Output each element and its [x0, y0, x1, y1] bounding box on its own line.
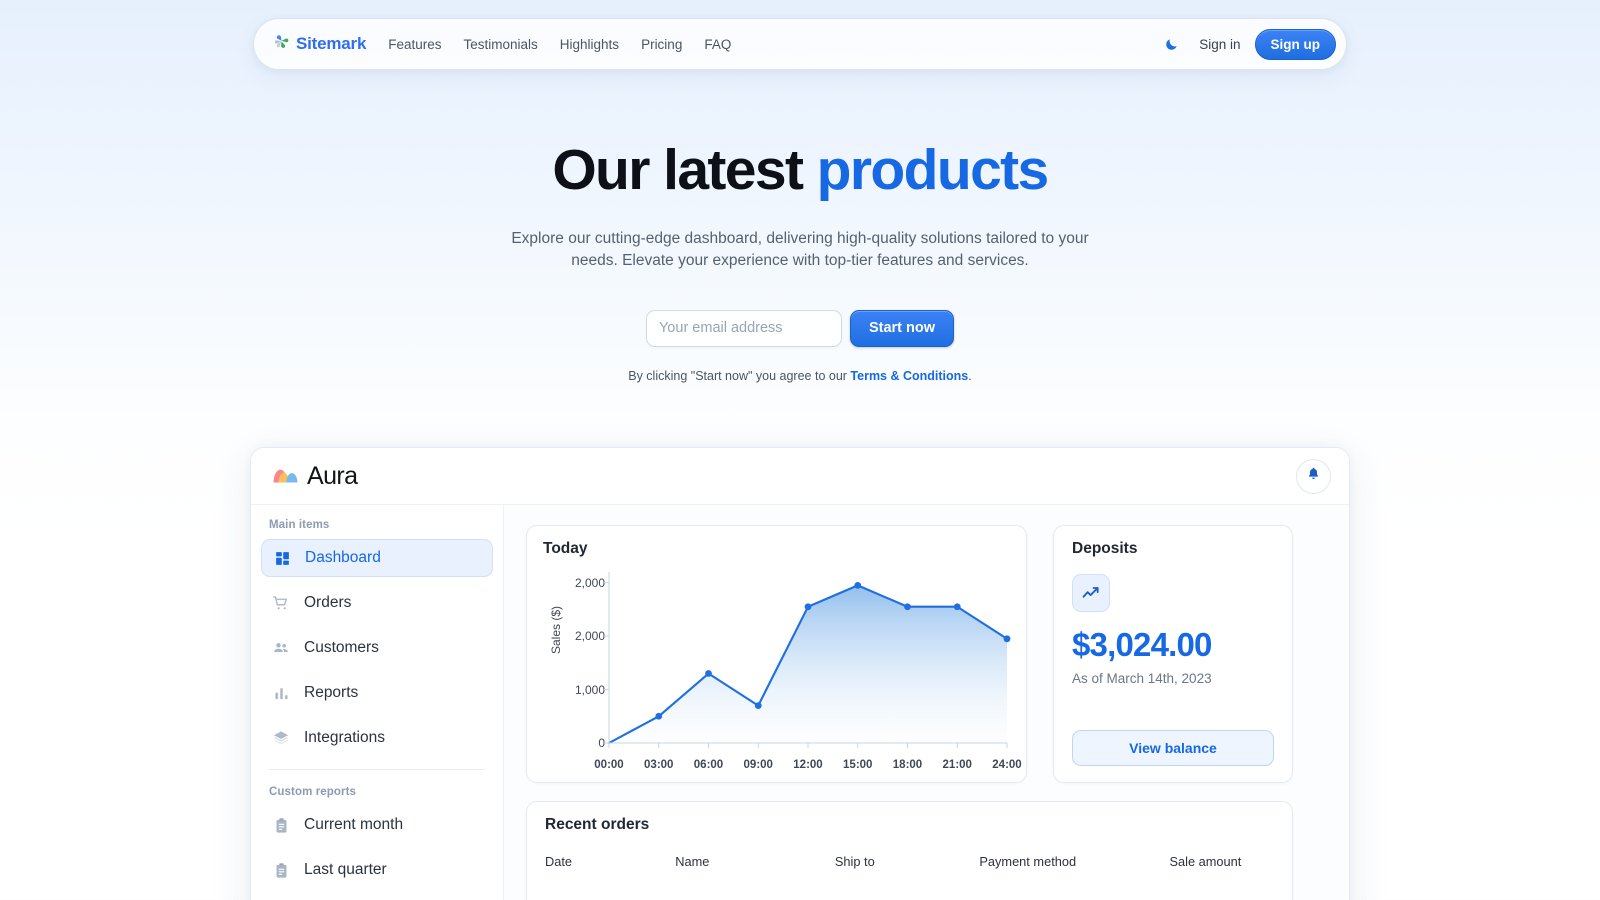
- navbar-actions: Sign in Sign up: [1157, 28, 1338, 60]
- aura-brand[interactable]: Aura: [271, 461, 358, 491]
- sidebar-item-current-month[interactable]: Current month: [261, 806, 493, 844]
- email-field[interactable]: [645, 309, 842, 347]
- sidebar-item-dashboard[interactable]: Dashboard: [261, 539, 493, 577]
- navbar: Sitemark Features Testimonials Highlight…: [253, 18, 1347, 70]
- hero-section: Our latest products Explore our cutting-…: [0, 138, 1600, 383]
- sidebar-item-last-quarter[interactable]: Last quarter: [261, 851, 493, 889]
- chart-x-tick-label: 00:00: [594, 759, 624, 771]
- page-title-accent: products: [816, 138, 1050, 202]
- column-header-payment-method[interactable]: Payment method: [979, 854, 1169, 869]
- chart-plot-area: [604, 572, 1011, 748]
- nav-link-pricing[interactable]: Pricing: [641, 37, 682, 52]
- sidebar-item-label: Orders: [304, 594, 352, 611]
- sidebar-caption-main: Main items: [269, 519, 330, 531]
- orders-table-header: Date Name Ship to Payment method Sale am…: [545, 854, 1274, 869]
- nav-links: Features Testimonials Highlights Pricing…: [388, 37, 731, 52]
- sales-chart[interactable]: Sales ($) 0 1,000 2,000 2,000 00:00 03:00 06:…: [543, 562, 1022, 777]
- chart-x-tick-label: 24:00: [992, 759, 1022, 771]
- sidebar-item-orders[interactable]: Orders: [261, 584, 493, 622]
- sitemark-pinwheel-logo-icon: [272, 32, 291, 56]
- aura-brand-text: Aura: [307, 461, 358, 490]
- chart-x-tick-label: 12:00: [793, 759, 823, 771]
- trend-up-icon: [1072, 574, 1110, 612]
- deposits-card: Deposits $3,024.00 As of March 14th, 202…: [1053, 525, 1293, 783]
- chart-y-ticks: 0 1,000 2,000 2,000: [549, 562, 605, 777]
- cards-row: Today Sales ($) 0 1,000 2,000 2,000 00:00 03…: [526, 525, 1327, 783]
- terms-lead-text: By clicking "Start now" you agree to our: [628, 368, 851, 383]
- terms-and-conditions-link[interactable]: Terms & Conditions: [850, 369, 968, 383]
- start-now-button[interactable]: Start now: [849, 309, 955, 347]
- chart-x-tick-label: 03:00: [644, 759, 674, 771]
- navbar-container: Sitemark Features Testimonials Highlight…: [0, 18, 1600, 70]
- moon-icon[interactable]: [1157, 30, 1185, 58]
- sidebar-item-customers[interactable]: Customers: [261, 629, 493, 667]
- chart-y-tick-label: 2,000: [574, 629, 605, 644]
- dashboard-sidebar: Main items Dashboard Orders Customers Re…: [251, 505, 504, 900]
- sidebar-divider: [269, 769, 485, 770]
- people-icon: [271, 638, 291, 658]
- chart-x-tick-label: 15:00: [843, 759, 873, 771]
- recent-orders-card: Recent orders Date Name Ship to Payment …: [526, 801, 1293, 900]
- layers-icon: [271, 728, 291, 748]
- column-header-ship-to[interactable]: Ship to: [835, 854, 979, 869]
- nav-link-features[interactable]: Features: [388, 37, 441, 52]
- hero-subtitle: Explore our cutting-edge dashboard, deli…: [511, 229, 1089, 269]
- bell-icon: [1306, 466, 1321, 486]
- deposits-card-title: Deposits: [1072, 540, 1138, 557]
- dashboard-main: Today Sales ($) 0 1,000 2,000 2,000 00:00 03…: [504, 505, 1349, 900]
- nav-link-highlights[interactable]: Highlights: [560, 37, 619, 52]
- sidebar-item-label: Current month: [304, 816, 404, 833]
- sidebar-caption-custom: Custom reports: [269, 786, 357, 798]
- sitemark-brand-text: Sitemark: [296, 34, 367, 53]
- chart-y-tick-label: 0: [598, 736, 605, 750]
- deposits-amount: $3,024.00: [1072, 626, 1212, 663]
- terms-tail-text: .: [968, 368, 972, 383]
- shopping-cart-icon: [271, 593, 291, 613]
- dashboard-body: Main items Dashboard Orders Customers Re…: [251, 505, 1349, 900]
- aura-arches-logo-icon: [271, 464, 300, 489]
- chart-y-tick-label: 1,000: [574, 682, 605, 697]
- column-header-name[interactable]: Name: [675, 854, 835, 869]
- deposits-as-of-date: As of March 14th, 2023: [1072, 671, 1212, 686]
- email-signup-form: Start now: [0, 309, 1600, 347]
- column-header-date[interactable]: Date: [545, 854, 675, 869]
- sidebar-item-label: Integrations: [304, 729, 385, 746]
- chart-x-tick-label: 09:00: [743, 759, 773, 771]
- chart-x-tick-label: 18:00: [892, 759, 923, 771]
- notifications-button[interactable]: [1296, 458, 1331, 494]
- page-title-lead: Our latest: [552, 138, 817, 202]
- clipboard-icon: [271, 860, 291, 880]
- clipboard-icon: [271, 815, 291, 835]
- chart-x-tick-label: 21:00: [942, 759, 972, 771]
- sidebar-item-label: Reports: [304, 684, 359, 701]
- sidebar-item-label: Last quarter: [304, 861, 387, 878]
- dashboard-preview: Aura Main items Dashboard Orders Custome…: [250, 447, 1350, 900]
- sitemark-brand[interactable]: Sitemark: [272, 32, 366, 56]
- dashboard-grid-icon: [272, 548, 292, 568]
- column-header-sale-amount[interactable]: Sale amount: [1169, 854, 1274, 869]
- terms-notice: By clicking "Start now" you agree to our…: [0, 369, 1600, 383]
- chart-y-tick-label: 2,000: [574, 575, 605, 590]
- signup-button[interactable]: Sign up: [1254, 28, 1336, 60]
- recent-orders-title: Recent orders: [545, 816, 650, 833]
- nav-link-faq[interactable]: FAQ: [704, 37, 731, 52]
- sidebar-item-integrations[interactable]: Integrations: [261, 719, 493, 757]
- chart-x-tick-label: 06:00: [693, 759, 724, 771]
- page-title: Our latest products: [0, 138, 1600, 202]
- bar-chart-icon: [271, 683, 291, 703]
- nav-link-testimonials[interactable]: Testimonials: [464, 37, 538, 52]
- today-chart-card: Today Sales ($) 0 1,000 2,000 2,000 00:00 03…: [526, 525, 1027, 783]
- sidebar-item-label: Customers: [304, 639, 379, 656]
- signin-link[interactable]: Sign in: [1199, 37, 1240, 52]
- today-card-title: Today: [543, 540, 588, 557]
- sidebar-item-label: Dashboard: [305, 549, 381, 566]
- dashboard-header: Aura: [251, 448, 1349, 505]
- view-balance-button[interactable]: View balance: [1072, 730, 1274, 766]
- sidebar-item-reports[interactable]: Reports: [261, 674, 493, 712]
